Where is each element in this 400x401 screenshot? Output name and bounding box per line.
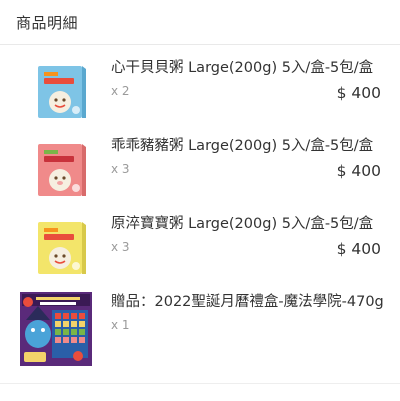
porridge-box-pink-icon (36, 138, 88, 198)
gift-quantity: x 1 (111, 318, 130, 332)
porridge-box-yellow-icon (36, 216, 88, 276)
item-name: 原淬寶寶粥 Large(200g) 5入/盒-5包/盒 (111, 216, 374, 232)
gift-name: 贈品：2022聖誕月曆禮盒-魔法學院-470g (111, 294, 384, 310)
porridge-box-blue-icon (36, 60, 88, 120)
item-price: $ 400 (336, 162, 381, 180)
item-quantity: x 3 (111, 240, 130, 254)
order-item[interactable]: 原淬寶寶粥 Large(200g) 5入/盒-5包/盒 x 3 $ 400 (0, 208, 400, 286)
order-item[interactable]: 乖乖豬豬粥 Large(200g) 5入/盒-5包/盒 x 3 $ 400 (0, 130, 400, 208)
item-name: 心干貝貝粥 Large(200g) 5入/盒-5包/盒 (111, 60, 374, 76)
item-price: $ 400 (336, 240, 381, 258)
section-divider (0, 383, 400, 384)
item-name: 乖乖豬豬粥 Large(200g) 5入/盒-5包/盒 (111, 138, 374, 154)
order-item[interactable]: 心干貝貝粥 Large(200g) 5入/盒-5包/盒 x 2 $ 400 (0, 52, 400, 130)
item-quantity: x 3 (111, 162, 130, 176)
section-title: 商品明細 (16, 14, 79, 32)
item-price: $ 400 (336, 84, 381, 102)
item-quantity: x 2 (111, 84, 130, 98)
gift-item[interactable]: 贈品：2022聖誕月曆禮盒-魔法學院-470g x 1 (0, 286, 400, 364)
section-header: 商品明細 (0, 0, 400, 45)
